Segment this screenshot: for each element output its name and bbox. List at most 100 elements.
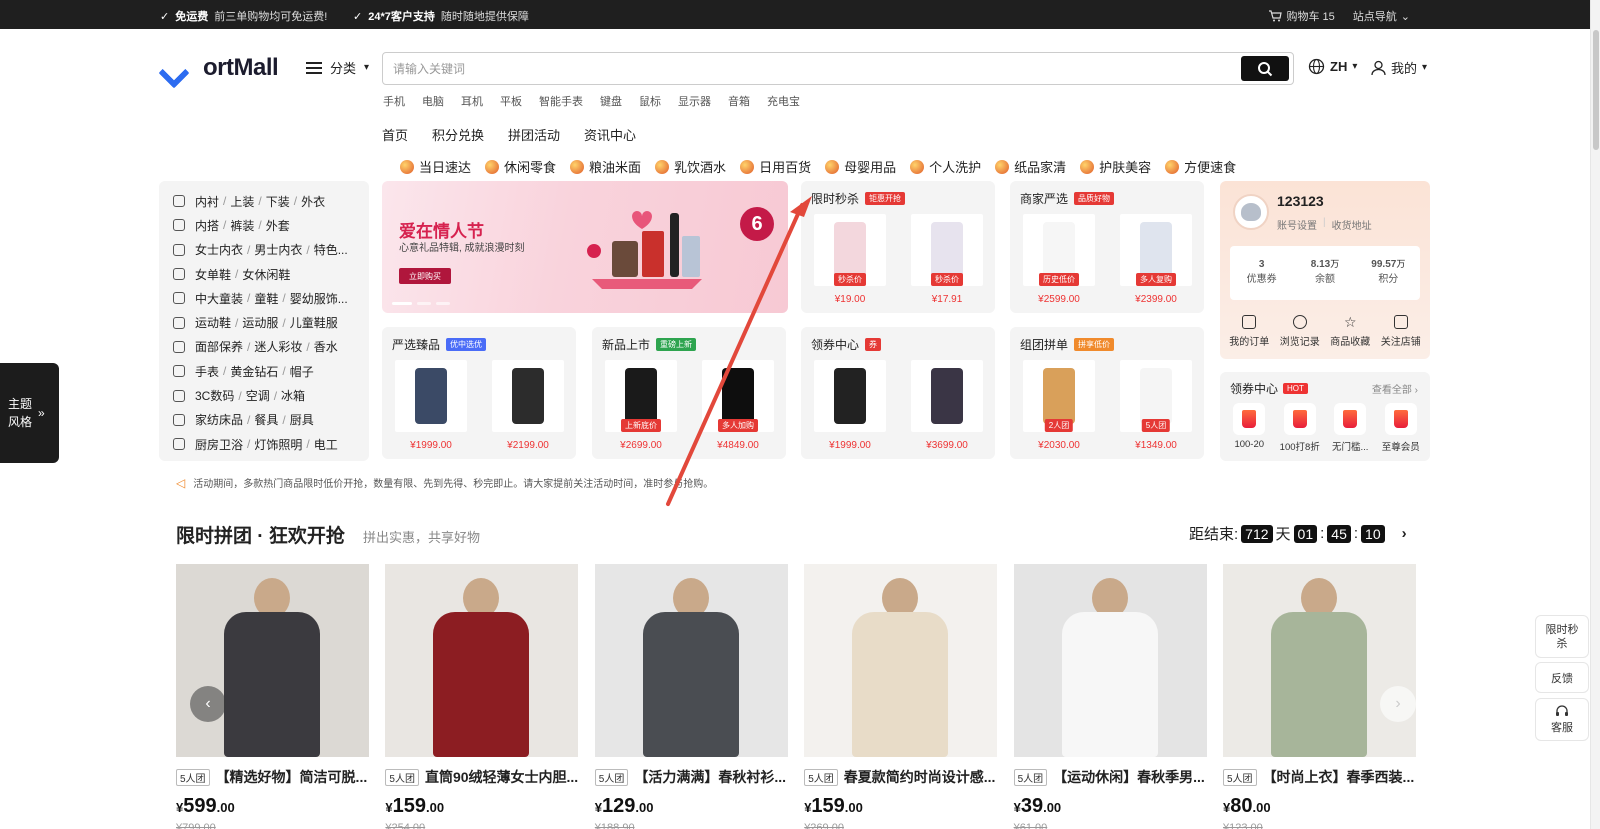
hot-word[interactable]: 键盘 <box>600 93 622 109</box>
nav-home[interactable]: 首页 <box>382 125 408 144</box>
coupon-item[interactable]: 无门槛... <box>1325 403 1376 453</box>
category-menu-button[interactable]: 分类 ▾ <box>306 58 369 77</box>
category-link[interactable]: 男士内衣 <box>254 241 302 258</box>
category-link[interactable]: 手表 <box>195 363 219 380</box>
promo-card[interactable]: 组团拼单 拼享低价 2人团 ¥2030.00 5人团 ¥1349.00 <box>1010 327 1204 459</box>
promo-product-image[interactable]: 5人团 <box>1120 360 1192 432</box>
category-link[interactable]: 运动鞋 <box>195 314 231 331</box>
hot-word[interactable]: 手机 <box>383 93 405 109</box>
hot-word[interactable]: 平板 <box>500 93 522 109</box>
product-card[interactable]: 5人团 【运动休闲】春秋季男... ¥39.00 ¥61.00 <box>1013 564 1207 829</box>
promo-card[interactable]: 领券中心券 ¥1999.00 ¥3699.00 <box>801 327 995 459</box>
category-link[interactable]: 女单鞋 <box>195 266 231 283</box>
promo-product-image[interactable]: 多人加购 <box>702 360 774 432</box>
shipping-address-link[interactable]: 收货地址 <box>1332 217 1372 232</box>
feedback-widget[interactable]: 反馈 <box>1535 662 1589 693</box>
category-link[interactable]: 厨房卫浴 <box>195 436 243 453</box>
category-link[interactable]: 3C数码 <box>195 387 234 404</box>
promo-product-image[interactable] <box>911 360 983 432</box>
search-button[interactable] <box>1241 56 1289 81</box>
category-link[interactable]: 儿童鞋服 <box>290 314 338 331</box>
category-link[interactable]: 电工 <box>314 436 338 453</box>
promo-product-image[interactable] <box>814 360 886 432</box>
category-link[interactable]: 外套 <box>266 217 290 234</box>
category-strip-item[interactable]: 粮油米面 <box>570 157 641 176</box>
hot-word[interactable]: 鼠标 <box>639 93 661 109</box>
category-strip-item[interactable]: 护肤美容 <box>1080 157 1151 176</box>
site-logo[interactable]: ortMall <box>163 54 279 82</box>
promo-product-image[interactable]: 秒杀价 <box>814 214 886 286</box>
category-strip-item[interactable]: 个人洗护 <box>910 157 981 176</box>
hero-banner[interactable]: 爱在情人节 心意礼品特辑, 成就浪漫时刻 立即购买 6 <box>382 181 788 313</box>
category-strip-item[interactable]: 方便速食 <box>1165 157 1236 176</box>
avatar[interactable] <box>1233 194 1269 230</box>
category-link[interactable]: 帽子 <box>290 363 314 380</box>
category-link[interactable]: 餐具 <box>254 411 278 428</box>
promo-product-image[interactable] <box>492 360 564 432</box>
nav-news[interactable]: 资讯中心 <box>584 125 636 144</box>
my-orders-shortcut[interactable]: 我的订单 <box>1224 315 1275 348</box>
stat-balance[interactable]: 8.13万 余额 <box>1293 246 1356 300</box>
page-scrollbar[interactable] <box>1590 0 1600 829</box>
category-link[interactable]: 下装 <box>266 193 290 210</box>
product-image[interactable] <box>1223 564 1416 757</box>
category-strip-item[interactable]: 当日速达 <box>400 157 471 176</box>
carousel-next-button[interactable]: › <box>1380 686 1416 722</box>
product-image[interactable] <box>385 564 579 757</box>
history-shortcut[interactable]: 浏览记录 <box>1275 315 1326 348</box>
hot-word[interactable]: 耳机 <box>461 93 483 109</box>
category-link[interactable]: 女休闲鞋 <box>242 266 290 283</box>
category-link[interactable]: 灯饰照明 <box>254 436 302 453</box>
carousel-dots[interactable] <box>392 302 450 305</box>
flash-sale-widget[interactable]: 限时秒杀 <box>1535 615 1589 658</box>
category-strip-item[interactable]: 母婴用品 <box>825 157 896 176</box>
category-link[interactable]: 内搭 <box>195 217 219 234</box>
hot-word[interactable]: 电脑 <box>422 93 444 109</box>
search-input[interactable] <box>383 53 1203 84</box>
category-link[interactable]: 裤装 <box>230 217 254 234</box>
promo-product-image[interactable]: 历史低价 <box>1023 214 1095 286</box>
category-link[interactable]: 女士内衣 <box>195 241 243 258</box>
cart-link[interactable]: 购物车 15 <box>1268 8 1335 24</box>
coupon-item[interactable]: 至尊会员 <box>1376 403 1427 453</box>
category-link[interactable]: 空调 <box>246 387 270 404</box>
promo-product-image[interactable] <box>395 360 467 432</box>
theme-style-toggle[interactable]: 主题 风格 » <box>0 363 59 463</box>
scrollbar-thumb[interactable] <box>1593 30 1599 150</box>
category-strip-item[interactable]: 休闲零食 <box>485 157 556 176</box>
product-name[interactable]: 【运动休闲】春秋季男... <box>1053 767 1205 787</box>
promo-product-image[interactable]: 多人复购 <box>1120 214 1192 286</box>
category-link[interactable]: 运动服 <box>242 314 278 331</box>
product-image[interactable] <box>176 564 369 757</box>
category-link[interactable]: 内衬 <box>195 193 219 210</box>
promo-card[interactable]: 商家严选 品质好物 历史低价 ¥2599.00 多人复购 ¥2399.00 <box>1010 181 1204 313</box>
category-link[interactable]: 面部保养 <box>195 338 243 355</box>
hot-word[interactable]: 显示器 <box>678 93 711 109</box>
coupon-item[interactable]: 100-20 <box>1224 403 1275 453</box>
category-link[interactable]: 中大童装 <box>195 290 243 307</box>
hot-word[interactable]: 智能手表 <box>539 93 583 109</box>
site-nav-dropdown[interactable]: 站点导航 ⌄ <box>1353 8 1410 24</box>
favorites-shortcut[interactable]: ☆ 商品收藏 <box>1325 315 1376 348</box>
banner-buy-button[interactable]: 立即购买 <box>399 268 451 284</box>
category-link[interactable]: 黄金钻石 <box>230 363 278 380</box>
language-switcher[interactable]: ZH ▾ <box>1308 58 1357 75</box>
category-link[interactable]: 上装 <box>230 193 254 210</box>
account-settings-link[interactable]: 账号设置 <box>1277 217 1317 232</box>
product-image[interactable] <box>594 564 788 757</box>
promo-product-image[interactable]: 2人团 <box>1023 360 1095 432</box>
product-name[interactable]: 【活力满满】春秋衬衫... <box>634 767 786 787</box>
category-link[interactable]: 香水 <box>314 338 338 355</box>
product-card[interactable]: 5人团 【活力满满】春秋衬衫... ¥129.00 ¥188.90 <box>594 564 788 829</box>
category-strip-item[interactable]: 乳饮酒水 <box>655 157 726 176</box>
category-link[interactable]: 童鞋 <box>254 290 278 307</box>
hot-word[interactable]: 音箱 <box>728 93 750 109</box>
view-all-link[interactable]: 查看全部 › <box>1372 381 1418 396</box>
product-image[interactable] <box>1013 564 1207 757</box>
promo-product-image[interactable]: 秒杀价 <box>911 214 983 286</box>
category-link[interactable]: 外衣 <box>301 193 325 210</box>
product-image[interactable] <box>804 564 998 757</box>
stat-coupons[interactable]: 3 优惠券 <box>1230 246 1293 300</box>
carousel-prev-button[interactable]: ‹ <box>190 686 226 722</box>
nav-points[interactable]: 积分兑换 <box>432 125 484 144</box>
